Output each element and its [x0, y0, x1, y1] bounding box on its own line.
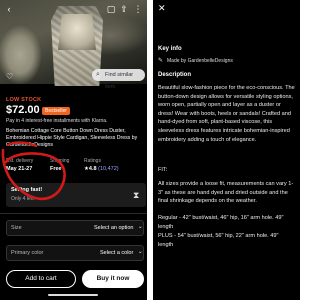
- more-options-icon[interactable]: ⋮: [133, 4, 143, 15]
- ratings-score: ★4.8: [84, 166, 97, 172]
- share-icon[interactable]: ⇪: [119, 4, 129, 15]
- klarna-installments-link[interactable]: Pay in 4 interest-free installments with…: [6, 118, 107, 124]
- description-heading: Description: [158, 72, 192, 78]
- size-value: Select an option: [94, 225, 134, 231]
- selling-fast-subtitle: Only 4 left.: [11, 196, 35, 202]
- shipping-label: Shipping: [50, 158, 70, 164]
- key-info-heading: Key info: [158, 46, 182, 52]
- listing-screen: ‹ ▢ ⇪ ⋮ ♡ ⌕ Find similar item LOW STOCK …: [0, 0, 147, 300]
- description-paragraph: Beautiful slow-fashion piece for the eco…: [158, 85, 295, 143]
- plus-size-paragraph: PLUS - 54" bust/waist, 56" hip, 22" arm …: [158, 233, 279, 248]
- price: $72.00: [6, 104, 40, 116]
- bestseller-badge: Bestseller: [42, 107, 70, 115]
- buy-now-button[interactable]: Buy it now: [82, 270, 144, 288]
- color-label: Primary color: [11, 250, 44, 256]
- made-by-shop-link[interactable]: Made by GardenbelleDesigns: [167, 58, 233, 64]
- size-label: Size: [11, 225, 22, 231]
- fit-heading: FIT:: [158, 167, 168, 173]
- close-icon[interactable]: ✕: [158, 3, 168, 13]
- screenshot-canvas: ‹ ▢ ⇪ ⋮ ♡ ⌕ Find similar item LOW STOCK …: [0, 0, 300, 300]
- hourglass-icon: ⧗: [133, 190, 140, 200]
- dress-bodice-image: [58, 14, 96, 50]
- find-similar-button[interactable]: ⌕ Find similar item: [92, 69, 145, 90]
- favorite-heart-icon[interactable]: ♡: [6, 72, 15, 81]
- product-title-line: Embroidered Hippie Style Cardigan, Sleev…: [6, 135, 138, 141]
- home-indicator: [48, 294, 98, 296]
- add-to-cart-button[interactable]: Add to cart: [6, 270, 76, 288]
- chevron-down-icon: ⌄: [138, 224, 143, 230]
- selling-fast-title: Selling fast!: [11, 187, 43, 193]
- camera-search-icon: ⌕: [96, 71, 100, 78]
- back-arrow-icon[interactable]: ‹: [4, 4, 14, 15]
- color-value: Select a color: [100, 250, 134, 256]
- shipping-value: Free: [50, 166, 62, 172]
- fit-paragraph: All sizes provide a loose fit, measureme…: [158, 181, 294, 205]
- cart-icon[interactable]: ▢: [106, 4, 116, 15]
- product-title-line: Bohemian Cottage Core Button Down Dress …: [6, 128, 126, 134]
- description-screen: ✕ Key info ✎ Made by GardenbelleDesigns …: [153, 0, 300, 300]
- shop-icon: ✎: [158, 58, 164, 64]
- ratings-count: (10,472): [98, 166, 119, 172]
- shop-name-link[interactable]: GardenbelleDesigns: [6, 142, 146, 148]
- ratings-label: Ratings: [84, 158, 101, 164]
- regular-size-paragraph: Regular - 42" bust/waist, 46" hip, 16" a…: [158, 215, 284, 230]
- delivery-value: May 21-27: [6, 166, 33, 172]
- chevron-down-icon: ⌄: [138, 249, 143, 255]
- divider: [0, 213, 147, 214]
- delivery-label: Est. delivery: [6, 158, 34, 164]
- low-stock-label: LOW STOCK: [6, 97, 42, 103]
- ratings-value[interactable]: ★4.8 (10,472): [84, 166, 119, 172]
